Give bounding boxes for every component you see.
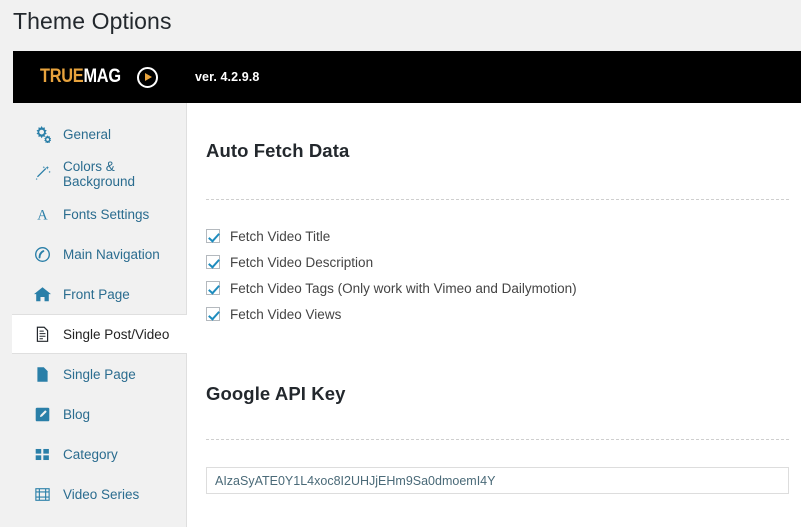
sidebar-item-label: Category — [63, 446, 118, 462]
option-row[interactable]: Fetch Video Views — [206, 301, 789, 327]
document-edit-icon — [34, 326, 51, 343]
checkbox-fetch-video-views[interactable] — [206, 307, 220, 321]
auto-fetch-options: Fetch Video Title Fetch Video Descriptio… — [206, 223, 789, 327]
sidebar-item-label: Single Post/Video — [63, 326, 170, 342]
google-api-heading: Google API Key — [206, 383, 346, 404]
theme-options-panel: TRUEMAG ver. 4.2.9.8 General Colors & Ba… — [12, 51, 801, 527]
sidebar-item-label: Fonts Settings — [63, 206, 150, 222]
sidebar-item-label: Video Series — [63, 486, 140, 502]
option-row[interactable]: Fetch Video Description — [206, 249, 789, 275]
grid-squares-icon — [34, 446, 51, 463]
google-api-key-input[interactable] — [206, 467, 789, 494]
option-label: Fetch Video Views — [230, 306, 342, 322]
pencil-square-icon — [34, 406, 51, 423]
version-label: ver. 4.2.9.8 — [194, 70, 260, 84]
settings-sidebar: General Colors & Background A Fonts Sett… — [12, 103, 187, 527]
sidebar-item-fonts-settings[interactable]: A Fonts Settings — [13, 194, 186, 234]
sidebar-item-general[interactable]: General — [13, 114, 186, 154]
svg-text:A: A — [37, 207, 48, 222]
sidebar-item-label: General — [63, 126, 112, 142]
brand-header: TRUEMAG ver. 4.2.9.8 — [13, 51, 801, 103]
option-label: Fetch Video Description — [230, 254, 374, 270]
magic-wand-icon — [34, 165, 51, 183]
panel-body: General Colors & Background A Fonts Sett… — [12, 103, 801, 527]
option-row[interactable]: Fetch Video Tags (Only work with Vimeo a… — [206, 275, 789, 301]
filmstrip-icon — [34, 486, 51, 503]
logo-secondary-text: MAG — [83, 66, 121, 87]
home-icon — [34, 286, 51, 303]
sidebar-item-label: Blog — [63, 406, 91, 422]
auto-fetch-heading: Auto Fetch Data — [206, 140, 350, 161]
sidebar-item-single-page[interactable]: Single Page — [13, 354, 186, 394]
checkbox-fetch-video-tags[interactable] — [206, 281, 220, 295]
checkbox-fetch-video-title[interactable] — [206, 229, 220, 243]
play-circle-icon — [136, 66, 158, 88]
sidebar-item-colors-background[interactable]: Colors & Background — [13, 154, 186, 194]
page-title: Theme Options — [13, 8, 172, 34]
sidebar-item-label: Main Navigation — [63, 246, 160, 262]
gears-icon — [34, 125, 51, 143]
option-label: Fetch Video Title — [230, 228, 331, 244]
checkbox-fetch-video-description[interactable] — [206, 255, 220, 269]
sidebar-item-label: Colors & Background — [63, 159, 136, 189]
logo-primary-text: TRUE — [40, 66, 84, 87]
target-menu-icon — [34, 246, 51, 263]
sidebar-item-single-post-video[interactable]: Single Post/Video — [12, 314, 187, 354]
sidebar-item-label: Single Page — [63, 366, 136, 382]
settings-content: Auto Fetch Data Fetch Video Title Fetch … — [187, 103, 801, 527]
sidebar-item-main-navigation[interactable]: Main Navigation — [13, 234, 186, 274]
sidebar-item-video-series[interactable]: Video Series — [13, 474, 186, 514]
section-divider — [206, 199, 789, 200]
sidebar-item-category[interactable]: Category — [13, 434, 186, 474]
sidebar-item-blog[interactable]: Blog — [13, 394, 186, 434]
truemag-logo: TRUEMAG — [40, 66, 158, 88]
option-row[interactable]: Fetch Video Title — [206, 223, 789, 249]
letter-a-icon: A — [34, 206, 51, 222]
sidebar-item-front-page[interactable]: Front Page — [13, 274, 186, 314]
page-icon — [34, 366, 51, 383]
option-label: Fetch Video Tags (Only work with Vimeo a… — [230, 280, 577, 296]
section-divider — [206, 439, 789, 440]
sidebar-item-label: Front Page — [63, 286, 130, 302]
